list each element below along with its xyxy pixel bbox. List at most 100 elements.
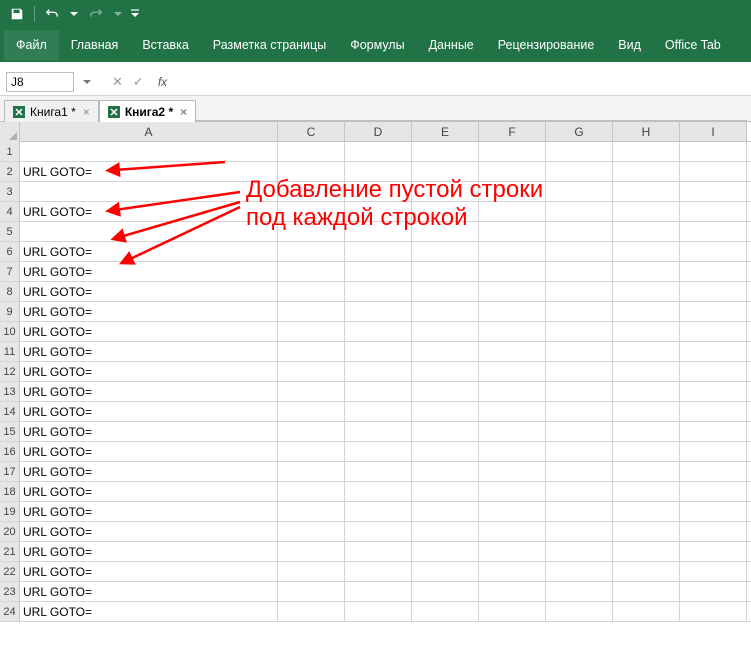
- cell[interactable]: [680, 222, 747, 241]
- cell[interactable]: [546, 342, 613, 361]
- cell[interactable]: [546, 602, 613, 621]
- row-header[interactable]: 3: [0, 182, 20, 201]
- cell[interactable]: [613, 502, 680, 521]
- cell[interactable]: [345, 382, 412, 401]
- cell[interactable]: [613, 142, 680, 161]
- cell[interactable]: [479, 242, 546, 261]
- row-header[interactable]: 4: [0, 202, 20, 221]
- cell[interactable]: [546, 422, 613, 441]
- cell[interactable]: [278, 342, 345, 361]
- cell[interactable]: [613, 402, 680, 421]
- qat-customize-icon[interactable]: [129, 3, 141, 25]
- cell[interactable]: [345, 402, 412, 421]
- cell[interactable]: [479, 462, 546, 481]
- cell[interactable]: URL GOTO=: [20, 502, 278, 521]
- cell[interactable]: [278, 182, 345, 201]
- tab-formulas[interactable]: Формулы: [338, 30, 416, 60]
- cell[interactable]: [278, 462, 345, 481]
- row-header[interactable]: 23: [0, 582, 20, 601]
- cell[interactable]: [613, 182, 680, 201]
- cell[interactable]: [680, 342, 747, 361]
- cell[interactable]: [613, 222, 680, 241]
- cell[interactable]: [278, 262, 345, 281]
- cell[interactable]: [479, 322, 546, 341]
- cell[interactable]: [479, 222, 546, 241]
- cell[interactable]: [613, 442, 680, 461]
- cell[interactable]: [345, 322, 412, 341]
- cell[interactable]: URL GOTO=: [20, 522, 278, 541]
- cell[interactable]: [680, 442, 747, 461]
- cell[interactable]: [345, 502, 412, 521]
- cell[interactable]: [479, 442, 546, 461]
- cell[interactable]: [412, 562, 479, 581]
- row-header[interactable]: 12: [0, 362, 20, 381]
- tab-office-tab[interactable]: Office Tab: [653, 30, 733, 60]
- cell[interactable]: [479, 542, 546, 561]
- cell[interactable]: [680, 242, 747, 261]
- cell[interactable]: [412, 522, 479, 541]
- redo-dropdown-icon[interactable]: [113, 3, 123, 25]
- name-box-dropdown-icon[interactable]: [80, 72, 94, 92]
- cell[interactable]: [613, 542, 680, 561]
- row-header[interactable]: 19: [0, 502, 20, 521]
- cell[interactable]: URL GOTO=: [20, 282, 278, 301]
- cell[interactable]: [345, 422, 412, 441]
- cell[interactable]: [479, 142, 546, 161]
- cell[interactable]: [680, 602, 747, 621]
- cell[interactable]: [278, 602, 345, 621]
- row-header[interactable]: 8: [0, 282, 20, 301]
- cell[interactable]: [680, 462, 747, 481]
- cell[interactable]: [613, 242, 680, 261]
- cell[interactable]: [546, 362, 613, 381]
- cell[interactable]: [546, 262, 613, 281]
- cell[interactable]: [412, 582, 479, 601]
- redo-icon[interactable]: [85, 3, 107, 25]
- cell[interactable]: [20, 142, 278, 161]
- cell[interactable]: [278, 142, 345, 161]
- cell[interactable]: [613, 262, 680, 281]
- cell[interactable]: [412, 182, 479, 201]
- cell[interactable]: [278, 222, 345, 241]
- column-header[interactable]: A: [20, 122, 278, 141]
- cell[interactable]: [613, 342, 680, 361]
- cell[interactable]: [479, 582, 546, 601]
- cell[interactable]: [479, 182, 546, 201]
- cell[interactable]: [680, 482, 747, 501]
- cell[interactable]: [278, 322, 345, 341]
- cell[interactable]: [546, 162, 613, 181]
- cell[interactable]: [345, 222, 412, 241]
- cell[interactable]: [412, 502, 479, 521]
- cell[interactable]: [613, 202, 680, 221]
- cell[interactable]: [613, 322, 680, 341]
- cell[interactable]: [278, 362, 345, 381]
- cell[interactable]: [412, 542, 479, 561]
- cell[interactable]: [412, 262, 479, 281]
- cell[interactable]: [546, 402, 613, 421]
- cell[interactable]: [479, 162, 546, 181]
- cell[interactable]: [479, 562, 546, 581]
- cell[interactable]: [613, 602, 680, 621]
- cell[interactable]: [479, 422, 546, 441]
- cell[interactable]: [278, 502, 345, 521]
- workbook-tab[interactable]: Книга2 * ×: [99, 100, 196, 122]
- cell[interactable]: [412, 422, 479, 441]
- cell[interactable]: [546, 302, 613, 321]
- cell[interactable]: [680, 322, 747, 341]
- cell[interactable]: [680, 562, 747, 581]
- cell[interactable]: [345, 282, 412, 301]
- cell[interactable]: [680, 282, 747, 301]
- cell[interactable]: [680, 402, 747, 421]
- column-header[interactable]: I: [680, 122, 747, 141]
- cell[interactable]: [345, 542, 412, 561]
- cell[interactable]: URL GOTO=: [20, 422, 278, 441]
- cell[interactable]: [412, 142, 479, 161]
- cell[interactable]: [345, 242, 412, 261]
- cell[interactable]: [479, 482, 546, 501]
- cell[interactable]: [412, 302, 479, 321]
- cell[interactable]: URL GOTO=: [20, 542, 278, 561]
- cell[interactable]: [479, 502, 546, 521]
- cell[interactable]: [680, 162, 747, 181]
- cell[interactable]: [613, 302, 680, 321]
- cell[interactable]: [613, 522, 680, 541]
- cell[interactable]: [613, 282, 680, 301]
